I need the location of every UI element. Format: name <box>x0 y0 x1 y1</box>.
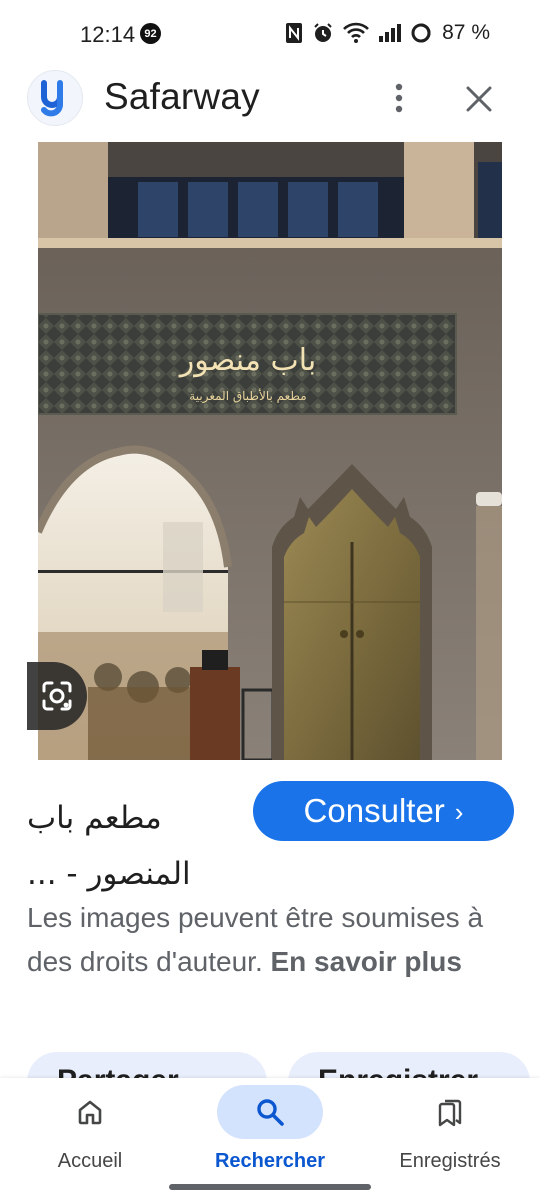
sign-subtitle: مطعم بالأطباق المغربية <box>189 388 306 404</box>
app-title: Safarway <box>104 76 260 117</box>
nfc-icon <box>286 23 303 43</box>
app-header: Safarway <box>0 66 540 142</box>
nav-icon-container <box>397 1085 503 1139</box>
bottom-navigation: Accueil Rechercher Enregistrés <box>0 1078 540 1200</box>
copyright-disclaimer: Les images peuvent être soumises à des d… <box>27 896 507 984</box>
nav-item-enregistres[interactable]: Enregistrés <box>360 1078 540 1178</box>
nav-label: Enregistrés <box>399 1150 501 1172</box>
nav-item-accueil[interactable]: Accueil <box>0 1078 180 1178</box>
home-icon <box>78 1100 102 1125</box>
learn-more-link[interactable]: En savoir plus <box>271 946 462 977</box>
app-logo <box>27 70 83 126</box>
status-time: 12:14 <box>80 22 136 47</box>
nav-label: Accueil <box>57 1150 123 1172</box>
more-options-button[interactable] <box>384 78 414 118</box>
alarm-icon <box>314 23 332 42</box>
chevron-right-icon: › <box>454 796 464 827</box>
close-button[interactable] <box>458 78 500 120</box>
consult-label: Consulter <box>303 792 445 829</box>
nav-icon-container <box>217 1085 323 1139</box>
search-icon <box>257 1099 284 1126</box>
nav-item-rechercher[interactable]: Rechercher <box>180 1078 360 1178</box>
notification-count-badge: 92 <box>140 23 161 44</box>
battery-icon <box>411 23 431 43</box>
saved-icon <box>438 1099 462 1127</box>
result-title: مطعم باب المنصور - ... <box>27 800 191 892</box>
close-icon <box>466 86 492 112</box>
wifi-icon <box>343 22 370 43</box>
more-vert-icon <box>395 83 403 113</box>
google-lens-icon <box>42 681 72 711</box>
status-bar: 12:14 92 87 % <box>0 0 540 66</box>
status-icons: 87 % <box>285 21 490 45</box>
signal-icon <box>379 24 402 42</box>
result-image[interactable]: باب منصور مطعم بالأطباق المغربية <box>38 142 502 760</box>
battery-percent: 87 % <box>442 21 490 44</box>
nav-icon-container <box>37 1085 143 1139</box>
consult-button[interactable]: Consulter › <box>253 781 514 841</box>
nav-label: Rechercher <box>214 1150 326 1172</box>
sign-title: باب منصور <box>178 343 316 378</box>
restaurant-facade-image: باب منصور مطعم بالأطباق المغربية <box>38 142 502 760</box>
home-indicator[interactable] <box>169 1184 371 1190</box>
safarway-logo-icon <box>41 80 63 117</box>
